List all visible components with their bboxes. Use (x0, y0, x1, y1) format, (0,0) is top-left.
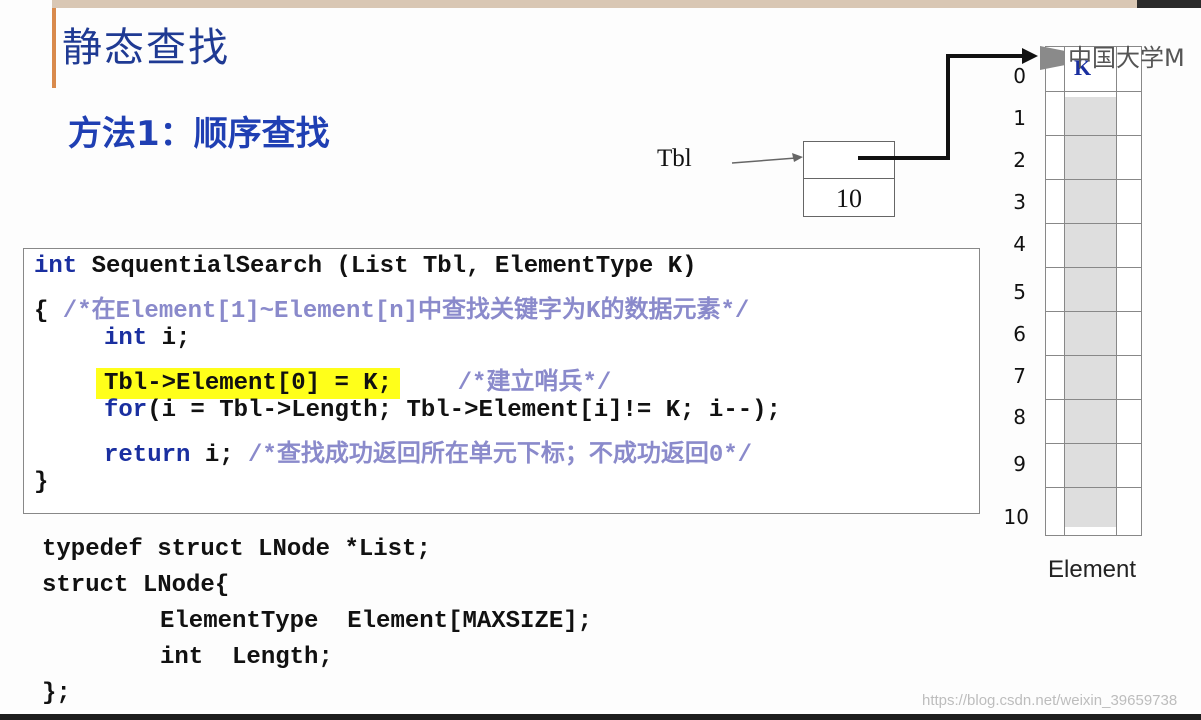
code-line-7: } (34, 469, 48, 496)
code-comment: /*查找成功返回所在单元下标；不成功返回0*/ (248, 442, 753, 469)
struct-line-3: ElementType Element[MAXSIZE]; (160, 608, 593, 635)
code-keyword: int (104, 325, 148, 352)
code-keyword: for (104, 397, 148, 424)
code-comment: /*建立哨兵*/ (457, 370, 612, 397)
code-block: int SequentialSearch (List Tbl, ElementT… (23, 248, 980, 514)
element-pointer-arrow (858, 48, 1038, 160)
code-line-4: Tbl->Element[0] = K; /*建立哨兵*/ (96, 361, 612, 399)
code-comment: /*在Element[1]~Element[n]中查找关键字为K的数据元素*/ (48, 298, 750, 325)
source-url-watermark: https://blog.csdn.net/weixin_39659738 (922, 692, 1178, 709)
code-line-2: { /*在Element[1]~Element[n]中查找关键字为K的数据元素*… (34, 289, 749, 325)
struct-line-1: typedef struct LNode *List; (42, 536, 431, 563)
code-brace: } (34, 469, 49, 496)
code-line-6: return i; /*查找成功返回所在单元下标；不成功返回0*/ (104, 433, 752, 469)
code-brace: { (34, 298, 49, 325)
logo-text: 中国大学M (1068, 44, 1185, 72)
logo-icon (1040, 46, 1064, 70)
code-keyword: return (104, 442, 191, 469)
course-logo-watermark: 中国大学M (1040, 38, 1185, 73)
struct-line-2: struct LNode{ (42, 572, 230, 599)
code-spacer (400, 370, 458, 397)
code-text: (i = Tbl->Length; Tbl->Element[i]!= K; i… (147, 397, 781, 424)
code-text: SequentialSearch (List Tbl, ElementType … (77, 253, 697, 280)
code-text: i; (190, 442, 249, 469)
code-line-1: int SequentialSearch (List Tbl, ElementT… (34, 253, 697, 280)
slide: 静态查找 方法1：顺序查找 Tbl 10 K 0 1 2 3 4 5 6 7 8… (0, 0, 1201, 720)
struct-line-5: }; (42, 680, 71, 707)
code-text: i; (147, 325, 191, 352)
struct-line-4: int Length; (160, 644, 333, 671)
tbl-label-arrow (731, 153, 803, 164)
highlighted-sentinel-statement: Tbl->Element[0] = K; (96, 368, 401, 399)
code-line-3: int i; (104, 325, 190, 352)
window-edge-bottom (0, 714, 1201, 720)
code-keyword: int (34, 253, 78, 280)
code-line-5: for(i = Tbl->Length; Tbl->Element[i]!= K… (104, 397, 781, 424)
